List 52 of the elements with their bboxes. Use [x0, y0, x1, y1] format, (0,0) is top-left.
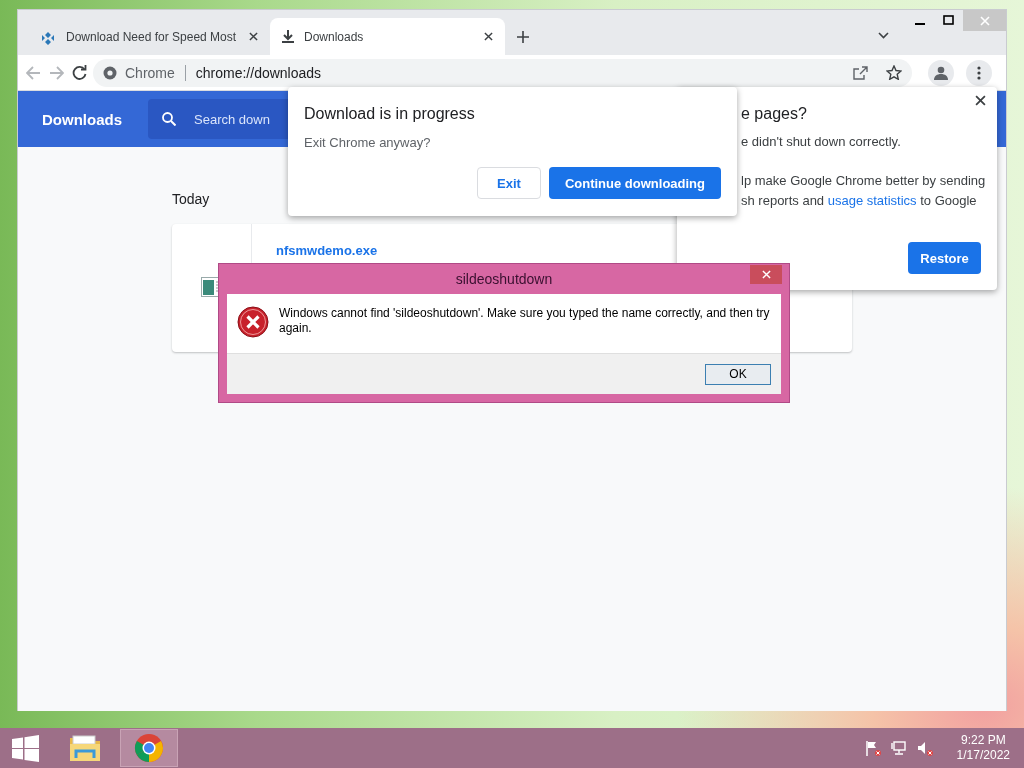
tab-title: Download Need for Speed Most: [66, 29, 238, 44]
clock-date: 1/17/2022: [956, 748, 1010, 763]
browser-tab[interactable]: Downloads: [270, 18, 505, 55]
close-icon[interactable]: [249, 32, 258, 41]
dialog-message: Exit Chrome anyway?: [304, 135, 432, 150]
usage-statistics-link[interactable]: usage statistics: [827, 193, 917, 208]
close-button[interactable]: [750, 265, 782, 284]
bubble-title: e pages?: [741, 105, 808, 123]
file-name-link[interactable]: nfsmwdemo.exe: [276, 243, 378, 258]
consent-text: lp make Google Chrome better by sending: [741, 172, 987, 190]
taskbar-app-button[interactable]: [120, 729, 178, 767]
star-icon[interactable]: [886, 65, 902, 80]
url-text: chrome://downloads: [195, 64, 323, 81]
site-label: Chrome: [125, 64, 175, 81]
speaker-icon[interactable]: [916, 740, 933, 756]
download-icon: [282, 30, 294, 43]
plus-icon[interactable]: [517, 30, 529, 43]
restore-button[interactable]: Restore: [908, 242, 981, 274]
page-title: Downloads: [41, 110, 123, 128]
continue-button[interactable]: Continue downloading: [548, 167, 721, 199]
windows-logo-icon[interactable]: [11, 734, 39, 762]
search-field[interactable]: Search down: [148, 99, 288, 139]
tab-title: Downloads: [304, 29, 365, 44]
maximize-icon[interactable]: [943, 15, 954, 25]
network-icon[interactable]: [890, 740, 907, 756]
consent-text: sh reports and usage statistics to Google: [741, 192, 978, 210]
folder-icon: [69, 734, 101, 762]
close-icon: [761, 270, 771, 279]
chevron-down-icon[interactable]: [878, 32, 889, 39]
close-icon[interactable]: [484, 32, 493, 41]
address-bar[interactable]: Chrome chrome://downloads: [93, 58, 912, 87]
close-icon: [979, 15, 990, 26]
ok-button[interactable]: OK: [705, 363, 771, 385]
kebab-menu-icon: [977, 65, 981, 80]
profile-button[interactable]: [928, 59, 954, 86]
reload-icon[interactable]: [72, 65, 87, 80]
dialog-title: Download is in progress: [304, 105, 476, 123]
clock[interactable]: 9:22 PM 1/17/2022: [956, 733, 1010, 763]
person-icon: [934, 65, 948, 80]
browser-tab[interactable]: Download Need for Speed Most: [28, 18, 270, 55]
exit-button[interactable]: Exit: [476, 167, 541, 199]
clock-time: 9:22 PM: [960, 733, 1006, 748]
error-icon: [237, 306, 269, 338]
flag-icon[interactable]: [864, 740, 881, 756]
error-message: Windows cannot find 'sildeoshutdown'. Make sure you typed the name correctly, and then try again.: [279, 306, 771, 337]
close-icon[interactable]: [975, 95, 986, 106]
date-heading: Today: [172, 191, 210, 207]
dialog-title: sildeoshutdown: [455, 271, 553, 287]
bubble-message: e didn't shut down correctly.: [741, 134, 902, 149]
share-icon[interactable]: [853, 65, 868, 80]
search-icon: [162, 112, 176, 126]
menu-button[interactable]: [966, 59, 992, 86]
